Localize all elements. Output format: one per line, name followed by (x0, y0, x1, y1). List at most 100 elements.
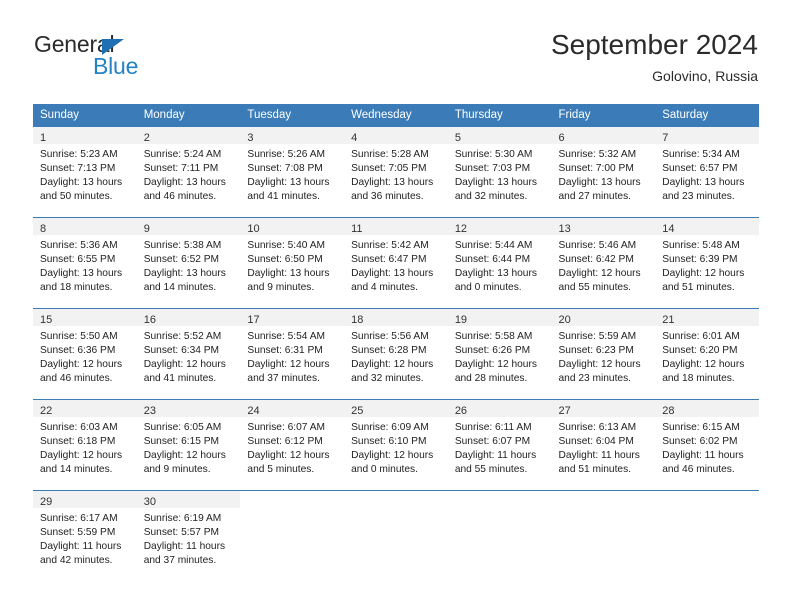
day-number-band: 6 (551, 127, 656, 144)
daylight-duration-line1: Daylight: 13 hours (143, 268, 226, 279)
day-cell-details: Sunrise: 5:30 AM Sunset: 7:03 PM Daylight:… (448, 144, 552, 204)
daylight-duration-line1: Daylight: 12 hours (558, 268, 641, 279)
calendar-day-cell[interactable]: 21 Sunrise: 6:01 AM Sunset: 6:20 PM Dayligh… (655, 308, 759, 400)
weekday-header-wednesday: Wednesday (344, 104, 448, 127)
day-number-band: 20 (551, 309, 656, 326)
calendar-day-cell[interactable]: 17 Sunrise: 5:54 AM Sunset: 6:31 PM Dayligh… (240, 308, 345, 400)
calendar-day-cell[interactable]: 4 Sunrise: 5:28 AM Sunset: 7:05 PM Daylight… (344, 126, 448, 218)
daylight-duration-line2: and 9 minutes. (143, 464, 211, 475)
daylight-duration-line2: and 28 minutes. (454, 373, 528, 384)
day-cell-details: Sunrise: 5:48 AM Sunset: 6:39 PM Daylight:… (655, 235, 759, 295)
calendar-day-cell[interactable]: 19 Sunrise: 5:58 AM Sunset: 6:26 PM Dayligh… (447, 308, 552, 400)
sunset-time: Sunset: 6:42 PM (558, 254, 634, 265)
calendar-day-cell[interactable]: 14 Sunrise: 5:48 AM Sunset: 6:39 PM Dayligh… (655, 217, 759, 309)
calendar-day-cell[interactable]: 15 Sunrise: 5:50 AM Sunset: 6:36 PM Dayligh… (33, 308, 137, 400)
day-number: 27 (558, 405, 571, 417)
day-cell-inner: 23 Sunrise: 6:05 AM Sunset: 6:15 PM Dayligh… (136, 400, 241, 490)
sunset-time: Sunset: 6:04 PM (558, 436, 634, 447)
day-cell-inner (344, 491, 448, 581)
calendar-day-cell[interactable]: 18 Sunrise: 5:56 AM Sunset: 6:28 PM Dayligh… (344, 308, 448, 400)
calendar-body: 1 Sunrise: 5:23 AM Sunset: 7:13 PM Daylight… (33, 126, 759, 581)
calendar-day-cell[interactable]: 5 Sunrise: 5:30 AM Sunset: 7:03 PM Daylight… (447, 126, 552, 218)
daylight-duration-line2: and 32 minutes. (351, 373, 424, 384)
calendar-day-cell[interactable]: 27 Sunrise: 6:13 AM Sunset: 6:04 PM Dayligh… (551, 399, 656, 491)
general-blue-logo[interactable]: General Blue (34, 31, 214, 83)
calendar-day-cell[interactable]: 25 Sunrise: 6:09 AM Sunset: 6:10 PM Dayligh… (344, 399, 448, 491)
sunrise-time: Sunrise: 5:59 AM (558, 331, 637, 342)
calendar-day-cell[interactable]: 24 Sunrise: 6:07 AM Sunset: 6:12 PM Dayligh… (240, 399, 345, 491)
calendar-day-cell[interactable]: 12 Sunrise: 5:44 AM Sunset: 6:44 PM Dayligh… (447, 217, 552, 309)
calendar-day-cell[interactable]: 2 Sunrise: 5:24 AM Sunset: 7:11 PM Daylight… (136, 126, 241, 218)
daylight-duration-line2: and 42 minutes. (40, 555, 113, 566)
day-number: 17 (247, 314, 260, 326)
calendar-day-cell[interactable]: 22 Sunrise: 6:03 AM Sunset: 6:18 PM Dayligh… (33, 399, 137, 491)
daylight-duration-line1: Daylight: 13 hours (247, 268, 330, 279)
calendar-day-cell[interactable]: 20 Sunrise: 5:59 AM Sunset: 6:23 PM Dayligh… (551, 308, 656, 400)
sunset-time: Sunset: 6:36 PM (40, 345, 116, 356)
daylight-duration-line1: Daylight: 12 hours (662, 268, 745, 279)
weekday-header-saturday: Saturday (655, 104, 759, 127)
daylight-duration-line2: and 23 minutes. (558, 373, 632, 384)
calendar-day-cell[interactable]: 30 Sunrise: 6:19 AM Sunset: 5:57 PM Dayligh… (136, 490, 241, 581)
daylight-duration-line1: Daylight: 12 hours (351, 450, 434, 461)
sunset-time: Sunset: 7:03 PM (454, 163, 531, 174)
day-cell-details: Sunrise: 6:11 AM Sunset: 6:07 PM Daylight:… (448, 417, 552, 477)
day-cell-details: Sunrise: 5:26 AM Sunset: 7:08 PM Daylight:… (240, 144, 344, 204)
daylight-duration-line1: Daylight: 12 hours (247, 450, 330, 461)
day-number: 13 (558, 223, 571, 235)
sunrise-time: Sunrise: 5:36 AM (40, 240, 118, 251)
calendar-day-cell[interactable]: 1 Sunrise: 5:23 AM Sunset: 7:13 PM Daylight… (33, 126, 137, 218)
day-number-band (655, 491, 759, 508)
page-title: September 2024 (550, 29, 758, 60)
day-number: 10 (247, 223, 260, 235)
calendar-day-cell[interactable]: 3 Sunrise: 5:26 AM Sunset: 7:08 PM Daylight… (240, 126, 345, 218)
calendar-day-cell[interactable]: 10 Sunrise: 5:40 AM Sunset: 6:50 PM Dayligh… (240, 217, 345, 309)
calendar-day-cell[interactable]: 28 Sunrise: 6:15 AM Sunset: 6:02 PM Dayligh… (655, 399, 759, 491)
calendar-day-cell[interactable]: 29 Sunrise: 6:17 AM Sunset: 5:59 PM Dayligh… (33, 490, 137, 581)
sunset-time: Sunset: 6:20 PM (662, 345, 738, 356)
calendar-day-cell[interactable]: 11 Sunrise: 5:42 AM Sunset: 6:47 PM Dayligh… (344, 217, 448, 309)
day-number-band: 2 (136, 127, 241, 144)
daylight-duration-line2: and 46 minutes. (662, 464, 735, 475)
calendar-day-cell[interactable]: 7 Sunrise: 5:34 AM Sunset: 6:57 PM Daylight… (655, 126, 759, 218)
day-number-band: 27 (551, 400, 656, 417)
sunset-time: Sunset: 6:18 PM (40, 436, 116, 447)
day-number-band: 9 (136, 218, 241, 235)
sunrise-time: Sunrise: 6:07 AM (247, 422, 325, 433)
day-cell-inner (447, 491, 552, 581)
sunset-time: Sunset: 6:55 PM (40, 254, 116, 265)
sunrise-time: Sunrise: 5:38 AM (143, 240, 222, 251)
day-cell-inner (655, 491, 759, 581)
daylight-duration-line1: Daylight: 11 hours (454, 450, 537, 461)
day-cell-inner: 25 Sunrise: 6:09 AM Sunset: 6:10 PM Dayligh… (344, 400, 448, 490)
daylight-duration-line1: Daylight: 12 hours (40, 359, 123, 370)
day-cell-inner: 9 Sunrise: 5:38 AM Sunset: 6:52 PM Daylight… (136, 218, 241, 308)
calendar-day-cell[interactable]: 13 Sunrise: 5:46 AM Sunset: 6:42 PM Dayligh… (551, 217, 656, 309)
calendar-day-cell[interactable]: 9 Sunrise: 5:38 AM Sunset: 6:52 PM Daylight… (136, 217, 241, 309)
day-number-band: 21 (655, 309, 759, 326)
daylight-duration-line2: and 46 minutes. (143, 191, 217, 202)
calendar-day-cell[interactable]: 16 Sunrise: 5:52 AM Sunset: 6:34 PM Dayligh… (136, 308, 241, 400)
day-cell-details: Sunrise: 6:09 AM Sunset: 6:10 PM Daylight:… (344, 417, 448, 477)
sunset-time: Sunset: 6:47 PM (351, 254, 427, 265)
day-number: 16 (143, 314, 156, 326)
day-number: 11 (351, 223, 363, 235)
day-cell-details (344, 508, 448, 512)
daylight-duration-line2: and 4 minutes. (351, 282, 418, 293)
daylight-duration-line1: Daylight: 11 hours (558, 450, 640, 461)
day-cell-inner: 7 Sunrise: 5:34 AM Sunset: 6:57 PM Daylight… (655, 127, 759, 217)
sunrise-time: Sunrise: 6:01 AM (662, 331, 740, 342)
day-number-band (447, 491, 552, 508)
day-number-band: 29 (33, 491, 137, 508)
calendar-day-cell[interactable]: 6 Sunrise: 5:32 AM Sunset: 7:00 PM Daylight… (551, 126, 656, 218)
calendar-day-cell[interactable]: 26 Sunrise: 6:11 AM Sunset: 6:07 PM Dayligh… (447, 399, 552, 491)
calendar-day-cell[interactable]: 23 Sunrise: 6:05 AM Sunset: 6:15 PM Dayligh… (136, 399, 241, 491)
sunrise-time: Sunrise: 6:11 AM (454, 422, 532, 433)
calendar-page: General Blue September 2024 Golovino, Ru… (0, 0, 792, 612)
calendar-day-cell[interactable]: 8 Sunrise: 5:36 AM Sunset: 6:55 PM Daylight… (33, 217, 137, 309)
calendar-week-row: 8 Sunrise: 5:36 AM Sunset: 6:55 PM Daylight… (33, 217, 759, 309)
day-cell-details: Sunrise: 5:52 AM Sunset: 6:34 PM Daylight:… (137, 326, 241, 386)
day-number: 4 (351, 132, 358, 144)
day-cell-inner: 19 Sunrise: 5:58 AM Sunset: 6:26 PM Dayligh… (447, 309, 552, 399)
day-cell-details: Sunrise: 6:19 AM Sunset: 5:57 PM Daylight:… (137, 508, 241, 568)
